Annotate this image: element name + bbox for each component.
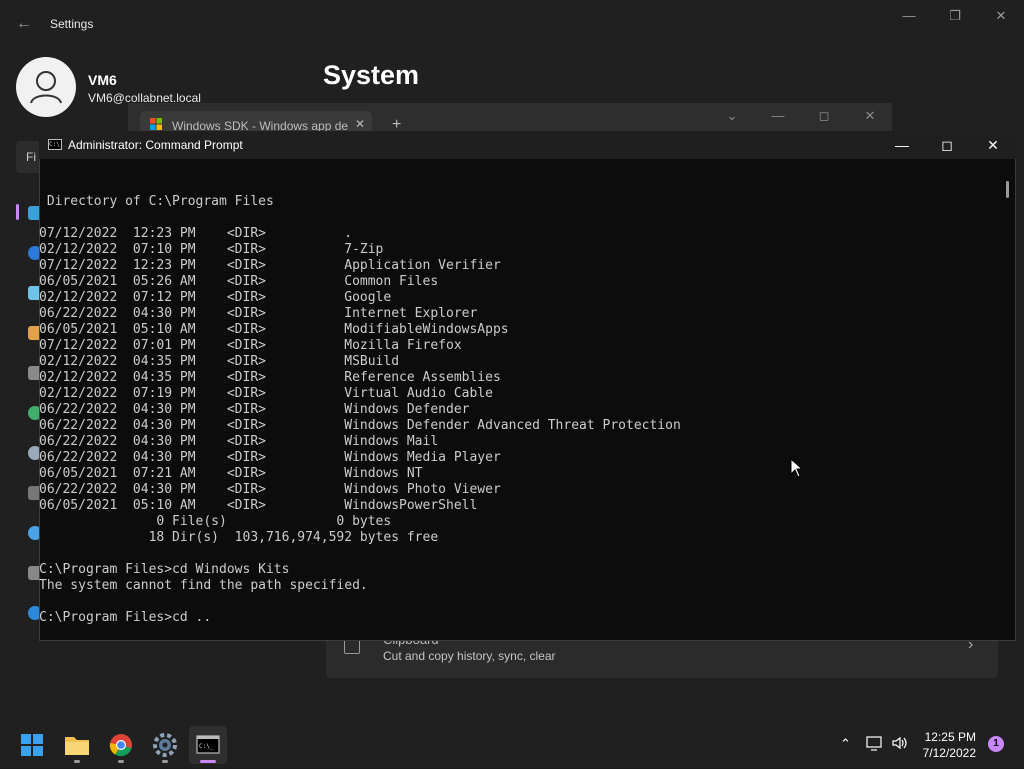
console-line: 02/12/2022 04:35 PM <DIR> MSBuild	[39, 354, 400, 369]
cmd-maximize-button[interactable]: ◻	[924, 134, 970, 156]
avatar[interactable]	[16, 57, 76, 117]
file-explorer-button[interactable]	[58, 726, 96, 764]
console-line: 06/22/2022 04:30 PM <DIR> Windows Photo …	[39, 482, 501, 497]
chrome-icon	[109, 734, 132, 757]
console-line: 06/05/2021 05:26 AM <DIR> Common Files	[39, 274, 439, 289]
file-explorer-icon	[65, 737, 89, 755]
start-icon	[21, 734, 43, 756]
console-line: 02/12/2022 07:19 PM <DIR> Virtual Audio …	[39, 386, 493, 401]
console-line: 06/22/2022 04:30 PM <DIR> Windows Mail	[39, 434, 439, 449]
console-line: 06/05/2021 07:21 AM <DIR> Windows NT	[39, 466, 423, 481]
console-line: 0 File(s) 0 bytes	[39, 514, 392, 529]
browser-close-button[interactable]: ✕	[860, 108, 880, 126]
console-line: 02/12/2022 07:12 PM <DIR> Google	[39, 290, 392, 305]
settings-icon	[153, 733, 177, 757]
command-prompt-button[interactable]: C:\_	[189, 726, 227, 764]
cmd-close-button[interactable]: ✕	[970, 134, 1016, 156]
show-hidden-icons-icon[interactable]: ⌃	[840, 736, 851, 752]
svg-text:C:\_: C:\_	[199, 743, 214, 750]
back-arrow-icon[interactable]: ←	[14, 14, 34, 34]
command-prompt-running-indicator	[200, 760, 216, 763]
console-line: Directory of C:\Program Files	[39, 194, 274, 209]
console-line: The system cannot find the path specifie…	[39, 578, 368, 593]
console-line: 06/05/2021 05:10 AM <DIR> WindowsPowerSh…	[39, 498, 478, 513]
console-output[interactable]: Directory of C:\Program Files 07/12/2022 …	[39, 178, 999, 640]
console-line: 07/12/2022 12:23 PM <DIR> .	[39, 226, 353, 241]
cmd-minimize-button[interactable]: —	[879, 134, 925, 156]
settings-minimize-button[interactable]: —	[886, 6, 932, 26]
notification-badge[interactable]: 1	[988, 736, 1004, 752]
console-line: C:\Program Files>cd Windows Kits	[39, 562, 290, 577]
clipboard-card-subtitle: Cut and copy history, sync, clear	[383, 649, 556, 663]
console-line: 06/22/2022 04:30 PM <DIR> Windows Defend…	[39, 418, 681, 433]
browser-minimize-button[interactable]: —	[768, 108, 788, 126]
console-line: C:\Program Files>cd ..	[39, 610, 212, 625]
console-line: 06/22/2022 04:30 PM <DIR> Windows Defend…	[39, 402, 470, 417]
console-line: 18 Dir(s) 103,716,974,592 bytes free	[39, 530, 439, 545]
page-title: System	[323, 60, 420, 90]
browser-maximize-button[interactable]: ◻	[814, 108, 834, 126]
console-scrollbar[interactable]	[1006, 181, 1009, 198]
start-button[interactable]	[13, 726, 51, 764]
clock-time[interactable]: 12:25 PM	[906, 730, 976, 744]
mouse-pointer-icon	[790, 458, 804, 478]
command-prompt-icon: C:\_	[196, 735, 220, 754]
console-line: 07/12/2022 07:01 PM <DIR> Mozilla Firefo…	[39, 338, 462, 353]
console-line: 06/05/2021 05:10 AM <DIR> ModifiableWind…	[39, 322, 509, 337]
user-icon	[30, 71, 62, 104]
command-prompt-icon: C:\	[48, 139, 62, 150]
chrome-running-indicator	[118, 760, 124, 763]
settings-close-button[interactable]: ✕	[978, 6, 1024, 26]
console-line: 06/22/2022 04:30 PM <DIR> Windows Media …	[39, 450, 501, 465]
clock-date[interactable]: 7/12/2022	[906, 746, 976, 760]
network-icon[interactable]	[866, 735, 884, 751]
console-line: 02/12/2022 04:35 PM <DIR> Reference Asse…	[39, 370, 501, 385]
chrome-button[interactable]	[102, 726, 140, 764]
console-line: 02/12/2022 07:10 PM <DIR> 7-Zip	[39, 242, 384, 257]
settings-restore-button[interactable]: ❐	[932, 6, 978, 26]
cmd-window-title: Administrator: Command Prompt	[68, 138, 243, 152]
console-line: 07/12/2022 12:23 PM <DIR> Application Ve…	[39, 258, 501, 273]
user-name: VM6	[88, 72, 117, 88]
file-explorer-running-indicator	[74, 760, 80, 763]
tab-close-icon[interactable]: ✕	[355, 117, 365, 131]
settings-running-indicator	[162, 760, 168, 763]
settings-button[interactable]	[146, 726, 184, 764]
console-line: 06/22/2022 04:30 PM <DIR> Internet Explo…	[39, 306, 478, 321]
sidebar-selection-indicator	[16, 204, 19, 220]
settings-title: Settings	[50, 17, 94, 31]
microsoft-logo-icon	[150, 118, 162, 130]
browser-tab-list-icon[interactable]: ⌄	[722, 108, 742, 126]
